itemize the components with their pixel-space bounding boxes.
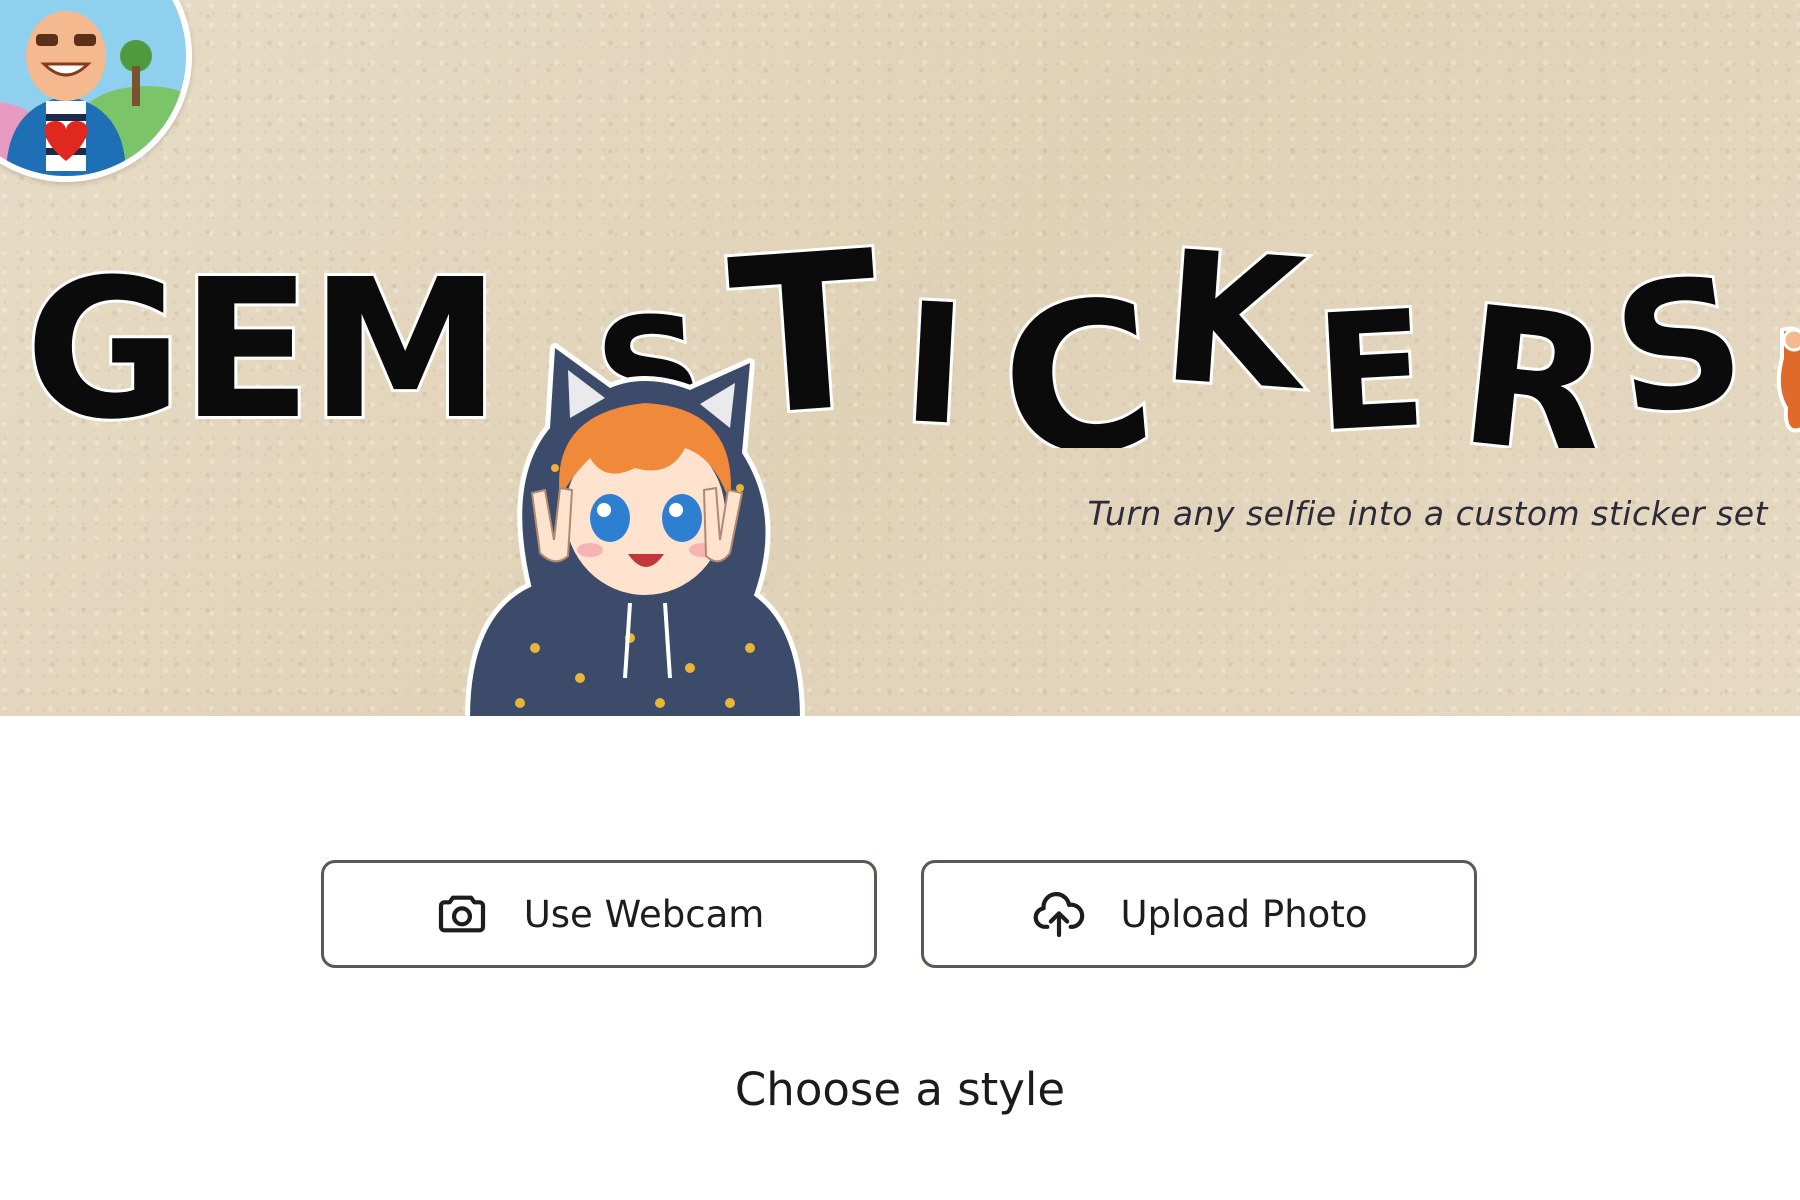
- title-word-gem: GEM: [25, 239, 499, 448]
- title-letter: E: [1311, 275, 1428, 448]
- edge-sticker: [1776, 326, 1800, 433]
- upload-photo-button[interactable]: Upload Photo: [921, 860, 1477, 968]
- hero-banner: GEM S T I C K E R S Turn any selfie into…: [0, 0, 1800, 716]
- avatar-sticker: [0, 0, 192, 182]
- use-webcam-label: Use Webcam: [523, 892, 765, 936]
- tagline: Turn any selfie into a custom sticker se…: [1087, 494, 1768, 533]
- title-letter: R: [1451, 265, 1618, 448]
- photo-source-actions: Use Webcam Upload Photo: [0, 860, 1800, 972]
- title-letter: K: [1156, 213, 1315, 432]
- cloud-upload-icon: [1033, 892, 1084, 938]
- app-title: GEM S T I C K E R S: [25, 201, 1757, 448]
- anime-mascot-sticker: [465, 343, 805, 716]
- use-webcam-button[interactable]: Use Webcam: [321, 860, 877, 968]
- title-letter: I: [899, 267, 968, 448]
- choose-style-heading: Choose a style: [734, 1063, 1066, 1116]
- title-letter: C: [993, 256, 1162, 448]
- cartoon-man-illustration: [0, 0, 186, 176]
- upload-photo-label: Upload Photo: [1120, 892, 1368, 936]
- camera-icon: [438, 895, 485, 933]
- title-letter: S: [1603, 238, 1754, 448]
